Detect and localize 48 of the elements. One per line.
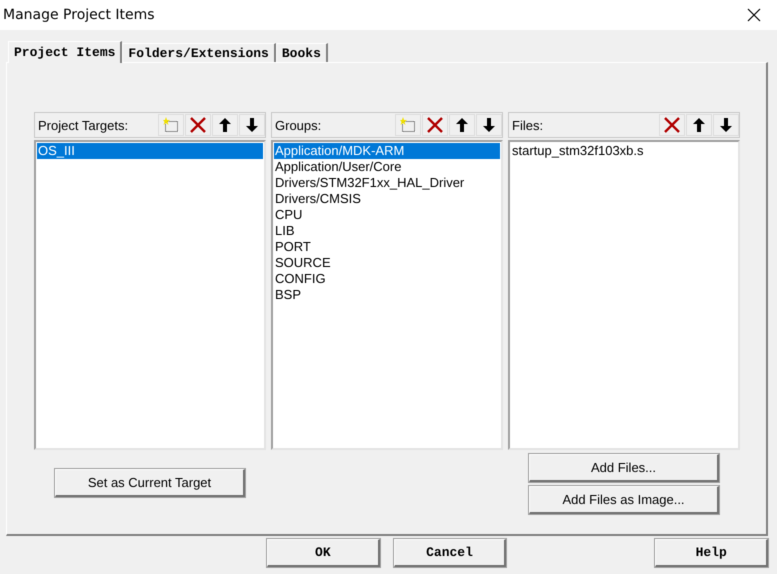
new-item-icon	[163, 117, 179, 133]
move-up-button[interactable]	[212, 114, 238, 136]
list-item[interactable]: CPU	[274, 207, 500, 223]
list-item[interactable]: LIB	[274, 223, 500, 239]
list-item[interactable]: BSP	[274, 287, 500, 303]
delete-icon	[190, 117, 206, 133]
down-arrow-icon	[246, 118, 258, 132]
move-down-button[interactable]	[239, 114, 265, 136]
dialog-button[interactable]: OK	[267, 539, 380, 567]
delete-icon	[664, 117, 680, 133]
down-arrow-icon	[720, 118, 732, 132]
move-down-button[interactable]	[713, 114, 739, 136]
delete-button[interactable]	[185, 114, 211, 136]
tab[interactable]: Folders/Extensions	[122, 43, 276, 62]
dialog-button[interactable]: Cancel	[394, 539, 506, 567]
new-item-icon	[400, 117, 416, 133]
list-item[interactable]: SOURCE	[274, 255, 500, 271]
window-title: Manage Project Items	[3, 7, 155, 23]
list-item[interactable]: CONFIG	[274, 271, 500, 287]
new-button[interactable]	[395, 114, 421, 136]
tab[interactable]: Project Items	[8, 41, 122, 63]
delete-icon	[427, 117, 443, 133]
new-button[interactable]	[158, 114, 184, 136]
delete-button[interactable]	[422, 114, 448, 136]
delete-button[interactable]	[659, 114, 685, 136]
move-up-button[interactable]	[449, 114, 475, 136]
list-item[interactable]: Drivers/STM32F1xx_HAL_Driver	[274, 175, 500, 191]
action-button[interactable]: Add Files...	[529, 454, 719, 482]
up-arrow-icon	[456, 118, 468, 132]
action-button[interactable]: Set as Current Target	[55, 469, 245, 497]
move-up-button[interactable]	[686, 114, 712, 136]
list-item[interactable]: OS_III	[37, 143, 263, 159]
list-item[interactable]: Drivers/CMSIS	[274, 191, 500, 207]
list-item[interactable]: Application/User/Core	[274, 159, 500, 175]
move-down-button[interactable]	[476, 114, 502, 136]
up-arrow-icon	[219, 118, 231, 132]
list-item[interactable]: Application/MDK-ARM	[274, 143, 500, 159]
list-item[interactable]: startup_stm32f103xb.s	[511, 143, 737, 159]
close-icon	[747, 8, 761, 22]
action-button[interactable]: Add Files as Image...	[529, 486, 719, 514]
down-arrow-icon	[483, 118, 495, 132]
list-title: Project Targets:	[38, 118, 128, 132]
tab[interactable]: Books	[276, 43, 328, 62]
dialog-button[interactable]: Help	[655, 539, 768, 567]
up-arrow-icon	[693, 118, 705, 132]
list-item[interactable]: PORT	[274, 239, 500, 255]
list-title: Groups:	[275, 118, 322, 132]
list-title: Files:	[512, 118, 544, 132]
